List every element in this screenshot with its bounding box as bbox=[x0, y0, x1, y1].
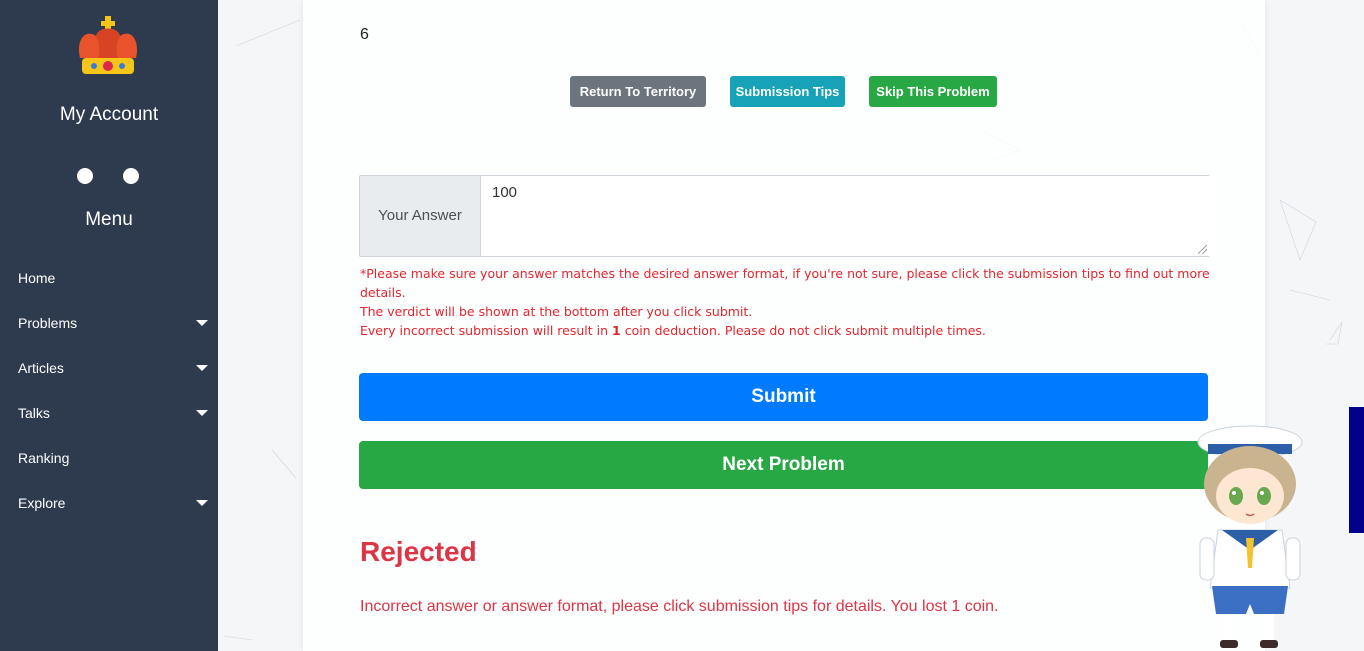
side-tab[interactable] bbox=[1349, 407, 1364, 533]
sidebar-item-label: Explore bbox=[18, 495, 66, 511]
my-account-link[interactable]: My Account bbox=[0, 104, 218, 126]
sidebar-item-label: Ranking bbox=[18, 450, 70, 466]
submission-tips-button[interactable]: Submission Tips bbox=[730, 76, 845, 107]
carousel-dot-2[interactable] bbox=[123, 168, 139, 184]
verdict-message: Incorrect answer or answer format, pleas… bbox=[360, 598, 999, 615]
caret-down-icon bbox=[196, 500, 208, 506]
caret-down-icon bbox=[196, 365, 208, 371]
sidebar-item-home[interactable]: Home bbox=[0, 256, 218, 301]
return-to-territory-button[interactable]: Return To Territory bbox=[570, 76, 706, 107]
menu-heading: Menu bbox=[85, 209, 133, 230]
sidebar: My Account Menu Home Problems Articles T… bbox=[0, 0, 218, 651]
skip-problem-button[interactable]: Skip This Problem bbox=[869, 76, 997, 107]
sidebar-item-ranking[interactable]: Ranking bbox=[0, 436, 218, 481]
sidebar-item-problems[interactable]: Problems bbox=[0, 301, 218, 346]
problem-text-fragment: 6 bbox=[360, 26, 369, 43]
warning-deduction-line: Every incorrect submission will result i… bbox=[360, 321, 1210, 340]
carousel-dot-1[interactable] bbox=[77, 168, 93, 184]
sidebar-item-label: Problems bbox=[18, 315, 78, 331]
caret-down-icon bbox=[196, 320, 208, 326]
sidebar-item-talks[interactable]: Talks bbox=[0, 391, 218, 436]
next-problem-button[interactable]: Next Problem bbox=[359, 441, 1208, 489]
answer-textarea[interactable]: 100 bbox=[481, 176, 1215, 256]
resize-handle-icon[interactable] bbox=[1198, 245, 1207, 254]
warning-format-line: *Please make sure your answer matches th… bbox=[360, 266, 1210, 300]
sidebar-item-explore[interactable]: Explore bbox=[0, 481, 218, 526]
sidebar-item-label: Talks bbox=[18, 405, 50, 421]
warning-deduction-prefix: Every incorrect submission will result i… bbox=[360, 323, 613, 338]
sidebar-item-articles[interactable]: Articles bbox=[0, 346, 218, 391]
warning-verdict-line: The verdict will be shown at the bottom … bbox=[360, 304, 753, 319]
mascot-character-icon bbox=[1197, 425, 1303, 648]
sidebar-item-label: Articles bbox=[18, 360, 64, 376]
submit-button[interactable]: Submit bbox=[359, 373, 1208, 421]
answer-input-group: Your Answer 100 bbox=[359, 175, 1215, 257]
warning-deduction-suffix: coin deduction. Please do not click subm… bbox=[620, 323, 986, 338]
submission-warning: *Please make sure your answer matches th… bbox=[360, 264, 1210, 340]
problem-card: 6 Return To Territory Submission Tips Sk… bbox=[303, 0, 1265, 651]
verdict-title: Rejected bbox=[360, 536, 477, 567]
coin-deduction-count: 1 bbox=[612, 323, 621, 338]
answer-label: Your Answer bbox=[360, 176, 481, 256]
sidebar-nav: Home Problems Articles Talks Ranking Exp… bbox=[0, 256, 218, 526]
crown-icon[interactable] bbox=[74, 14, 142, 82]
caret-down-icon bbox=[196, 410, 208, 416]
sidebar-item-label: Home bbox=[18, 270, 56, 286]
